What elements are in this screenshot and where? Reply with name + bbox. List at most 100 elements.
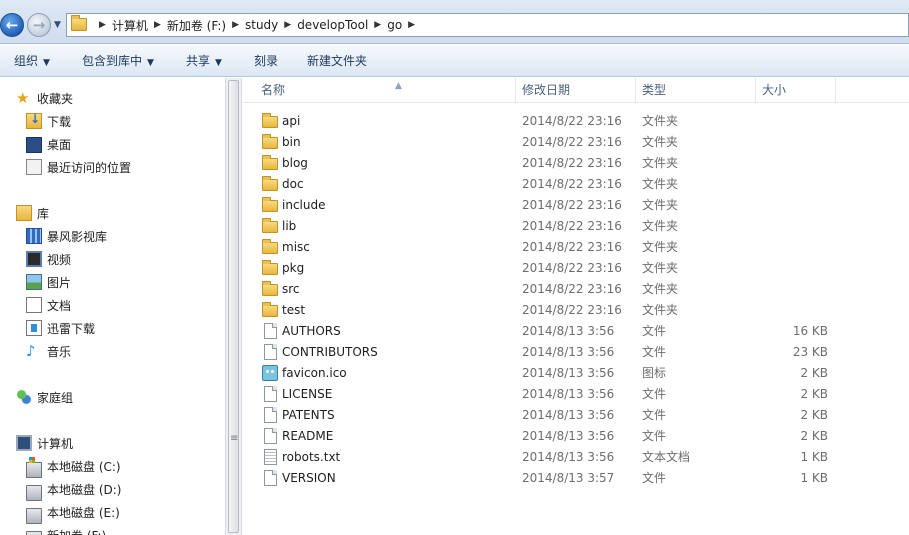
nav-item-drive-e[interactable]: 本地磁盘 (E:) bbox=[0, 502, 225, 524]
share-label: 共享 bbox=[186, 54, 211, 68]
nav-favorites[interactable]: ★ 收藏夹 bbox=[0, 88, 225, 108]
nav-item-music[interactable]: ♪ 音乐 bbox=[0, 341, 225, 361]
address-input[interactable]: ▶ 计算机 ▶ 新加卷 (F:) ▶ study ▶ developTool ▶… bbox=[66, 13, 909, 37]
table-row[interactable]: src 2014/8/22 23:16 文件夹 bbox=[242, 279, 909, 300]
folder-icon bbox=[71, 15, 87, 31]
table-row[interactable]: lib 2014/8/22 23:16 文件夹 bbox=[242, 216, 909, 237]
file-type: 文件 bbox=[642, 471, 667, 485]
table-row[interactable]: include 2014/8/22 23:16 文件夹 bbox=[242, 195, 909, 216]
include-in-library-button[interactable]: 包含到库中 ▼ bbox=[82, 45, 154, 77]
file-name: src bbox=[282, 282, 300, 296]
breadcrumb-item[interactable]: study bbox=[245, 18, 278, 32]
forward-button[interactable]: → bbox=[27, 13, 51, 37]
breadcrumb-item[interactable]: go bbox=[387, 18, 402, 32]
arrow-right-icon: → bbox=[32, 16, 46, 34]
table-row[interactable]: doc 2014/8/22 23:16 文件夹 bbox=[242, 174, 909, 195]
breadcrumb: ▶ 计算机 ▶ 新加卷 (F:) ▶ study ▶ developTool ▶… bbox=[93, 14, 421, 36]
chevron-right-icon[interactable]: ▶ bbox=[232, 20, 239, 30]
nav-item-baofeng-library[interactable]: 暴风影视库 bbox=[0, 226, 225, 246]
column-header-size[interactable]: 大小 bbox=[756, 78, 836, 103]
file-size: 1 KB bbox=[800, 450, 828, 464]
nav-homegroup[interactable]: 家庭组 bbox=[0, 387, 225, 407]
file-date: 2014/8/22 23:16 bbox=[522, 114, 622, 128]
table-row[interactable]: README 2014/8/13 3:56 文件 2 KB bbox=[242, 426, 909, 447]
chevron-right-icon[interactable]: ▶ bbox=[408, 20, 415, 30]
table-row[interactable]: LICENSE 2014/8/13 3:56 文件 2 KB bbox=[242, 384, 909, 405]
chevron-right-icon[interactable]: ▶ bbox=[99, 20, 106, 30]
nav-label: 本地磁盘 (C:) bbox=[47, 459, 121, 474]
new-folder-label: 新建文件夹 bbox=[307, 54, 368, 68]
chevron-right-icon[interactable]: ▶ bbox=[154, 20, 161, 30]
column-header-type[interactable]: 类型 bbox=[636, 78, 756, 103]
file-date: 2014/8/22 23:16 bbox=[522, 219, 622, 233]
nav-item-downloads[interactable]: 下载 bbox=[0, 111, 225, 131]
share-button[interactable]: 共享 ▼ bbox=[186, 45, 222, 77]
nav-item-drive-d[interactable]: 本地磁盘 (D:) bbox=[0, 479, 225, 501]
chevron-down-icon: ▼ bbox=[43, 58, 50, 68]
documents-icon bbox=[26, 297, 42, 313]
table-row[interactable]: test 2014/8/22 23:16 文件夹 bbox=[242, 300, 909, 321]
file-date: 2014/8/22 23:16 bbox=[522, 177, 622, 191]
back-button[interactable]: ← bbox=[0, 13, 24, 37]
nav-item-pictures[interactable]: 图片 bbox=[0, 272, 225, 292]
nav-item-videos[interactable]: 视频 bbox=[0, 249, 225, 269]
burn-button[interactable]: 刻录 bbox=[254, 45, 278, 77]
chevron-down-icon: ▼ bbox=[54, 20, 61, 30]
new-folder-button[interactable]: 新建文件夹 bbox=[307, 45, 367, 77]
breadcrumb-item[interactable]: 新加卷 (F:) bbox=[167, 17, 226, 34]
nav-item-drive-f[interactable]: 新加卷 (F:) bbox=[0, 525, 225, 535]
file-icon bbox=[264, 344, 277, 360]
file-size bbox=[752, 258, 828, 279]
nav-item-documents[interactable]: 文档 bbox=[0, 295, 225, 315]
drive-icon bbox=[26, 508, 42, 524]
table-row[interactable]: misc 2014/8/22 23:16 文件夹 bbox=[242, 237, 909, 258]
nav-item-thunder-downloads[interactable]: 迅雷下载 bbox=[0, 318, 225, 338]
table-row[interactable]: bin 2014/8/22 23:16 文件夹 bbox=[242, 132, 909, 153]
breadcrumb-item[interactable]: 计算机 bbox=[112, 17, 148, 34]
file-date: 2014/8/22 23:16 bbox=[522, 135, 622, 149]
file-size: 2 KB bbox=[800, 387, 828, 401]
file-size bbox=[752, 174, 828, 195]
file-name: README bbox=[282, 429, 334, 443]
desktop-icon bbox=[26, 137, 42, 153]
nav-label: 文档 bbox=[47, 298, 72, 313]
nav-libraries[interactable]: 库 bbox=[0, 203, 225, 223]
chevron-right-icon[interactable]: ▶ bbox=[284, 20, 291, 30]
pictures-icon bbox=[26, 274, 42, 290]
nav-label: 最近访问的位置 bbox=[47, 160, 132, 175]
file-name: CONTRIBUTORS bbox=[282, 345, 378, 359]
text-file-icon bbox=[264, 449, 277, 465]
table-row[interactable]: PATENTS 2014/8/13 3:56 文件 2 KB bbox=[242, 405, 909, 426]
organize-button[interactable]: 组织 ▼ bbox=[14, 45, 50, 77]
navigation-pane-scrollbar[interactable]: ≡ bbox=[225, 78, 242, 535]
table-row[interactable]: blog 2014/8/22 23:16 文件夹 bbox=[242, 153, 909, 174]
nav-item-recent-places[interactable]: 最近访问的位置 bbox=[0, 157, 225, 177]
file-type: 文件 bbox=[642, 387, 667, 401]
folder-icon bbox=[262, 113, 278, 128]
table-row[interactable]: pkg 2014/8/22 23:16 文件夹 bbox=[242, 258, 909, 279]
nav-item-drive-c[interactable]: 本地磁盘 (C:) bbox=[0, 456, 225, 478]
scrollbar-thumb[interactable]: ≡ bbox=[228, 80, 239, 533]
file-type: 文件夹 bbox=[642, 219, 679, 233]
downloads-folder-icon bbox=[26, 112, 42, 129]
table-row[interactable]: CONTRIBUTORS 2014/8/13 3:56 文件 23 KB bbox=[242, 342, 909, 363]
file-size bbox=[752, 132, 828, 153]
table-row[interactable]: VERSION 2014/8/13 3:57 文件 1 KB bbox=[242, 468, 909, 489]
nav-label: 迅雷下载 bbox=[47, 321, 96, 336]
chevron-right-icon[interactable]: ▶ bbox=[374, 20, 381, 30]
column-header-name[interactable]: 名称 ▲ bbox=[255, 78, 516, 103]
table-row[interactable]: api 2014/8/22 23:16 文件夹 bbox=[242, 111, 909, 132]
nav-computer[interactable]: 计算机 bbox=[0, 433, 225, 453]
nav-item-desktop[interactable]: 桌面 bbox=[0, 134, 225, 154]
table-row[interactable]: AUTHORS 2014/8/13 3:56 文件 16 KB bbox=[242, 321, 909, 342]
column-header-date[interactable]: 修改日期 bbox=[516, 78, 636, 103]
table-row[interactable]: robots.txt 2014/8/13 3:56 文本文档 1 KB bbox=[242, 447, 909, 468]
column-header-label: 大小 bbox=[762, 83, 787, 97]
recent-pages-dropdown[interactable]: ▼ bbox=[54, 20, 61, 30]
breadcrumb-item[interactable]: developTool bbox=[297, 18, 368, 32]
chevron-down-icon: ▼ bbox=[215, 58, 222, 68]
nav-label: 视频 bbox=[47, 252, 72, 267]
file-name: lib bbox=[282, 219, 297, 233]
nav-label: 收藏夹 bbox=[37, 91, 74, 106]
table-row[interactable]: favicon.ico 2014/8/13 3:56 图标 2 KB bbox=[242, 363, 909, 384]
